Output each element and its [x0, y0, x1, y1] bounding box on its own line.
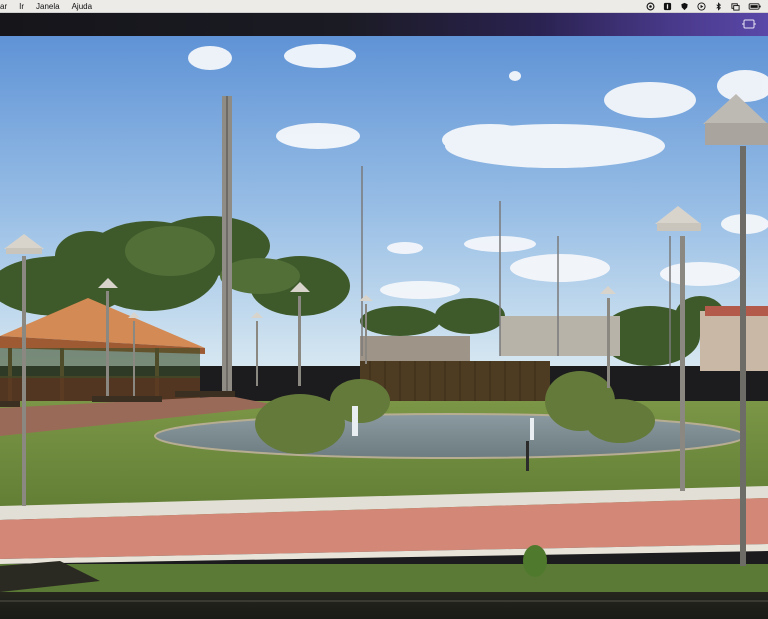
- menu-item-go[interactable]: Ir: [19, 0, 24, 13]
- menu-list: ar Ir Janela Ajuda: [0, 0, 104, 13]
- progress-track[interactable]: [0, 600, 768, 602]
- status-icons: [646, 0, 762, 13]
- play-icon[interactable]: [697, 2, 706, 11]
- sync-icon[interactable]: [646, 2, 655, 11]
- system-menubar: ar Ir Janela Ajuda: [0, 0, 768, 13]
- menu-item-help[interactable]: Ajuda: [72, 0, 92, 13]
- bluetooth-icon[interactable]: [714, 2, 723, 11]
- picture-in-picture-icon[interactable]: [742, 19, 756, 29]
- shield-icon[interactable]: [680, 2, 689, 11]
- menu-item-view[interactable]: ar: [0, 0, 7, 13]
- battery-icon[interactable]: [748, 2, 762, 11]
- park-photo: [0, 36, 768, 592]
- app-icon[interactable]: [663, 2, 672, 11]
- video-control-strip: [0, 592, 768, 619]
- menu-item-window[interactable]: Janela: [36, 0, 60, 13]
- window-titlebar: [0, 13, 768, 36]
- window-icon[interactable]: [731, 2, 740, 11]
